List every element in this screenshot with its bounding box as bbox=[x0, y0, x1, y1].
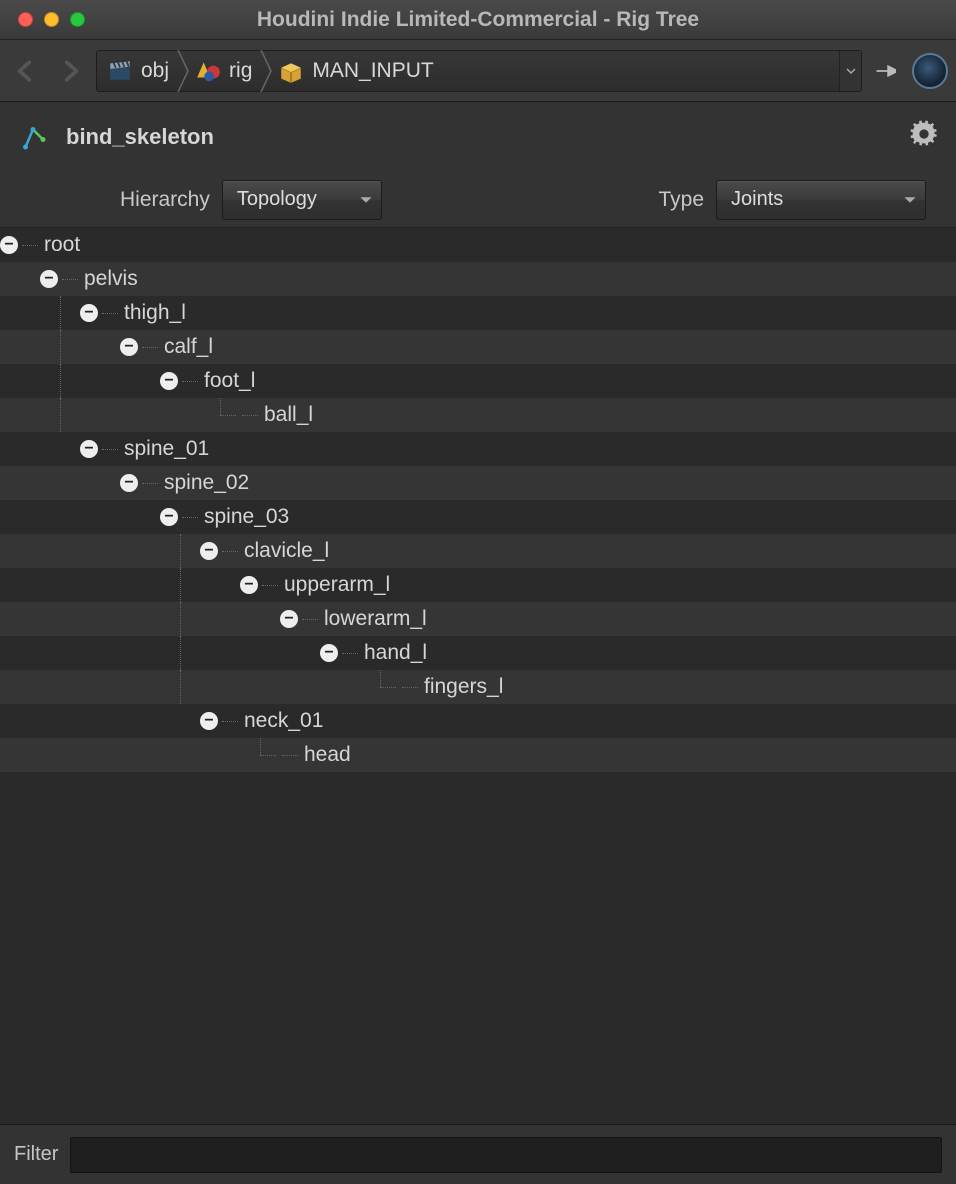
rig-node-icon bbox=[18, 122, 48, 152]
chevron-down-icon bbox=[903, 193, 917, 207]
tree-node-label: thigh_l bbox=[122, 301, 186, 325]
tree-node-label: calf_l bbox=[162, 335, 213, 359]
collapse-toggle[interactable]: − bbox=[80, 304, 98, 322]
tree-node-label: spine_01 bbox=[122, 437, 209, 461]
node-header: bind_skeleton bbox=[0, 102, 956, 172]
filter-label: Filter bbox=[14, 1143, 58, 1166]
collapse-toggle[interactable]: − bbox=[80, 440, 98, 458]
maximize-window-button[interactable] bbox=[70, 12, 85, 27]
collapse-toggle[interactable]: − bbox=[240, 576, 258, 594]
path-bar[interactable]: obj rig MAN_INPUT bbox=[96, 50, 862, 92]
tree-node-label: foot_l bbox=[202, 369, 255, 393]
view-toggle-icon[interactable] bbox=[912, 53, 948, 89]
node-name: bind_skeleton bbox=[66, 124, 214, 150]
tree-row[interactable]: − clavicle_l bbox=[0, 534, 956, 568]
tree-row[interactable]: − neck_01 bbox=[0, 704, 956, 738]
tree-node-label: spine_02 bbox=[162, 471, 249, 495]
minimize-window-button[interactable] bbox=[44, 12, 59, 27]
tree-node-label: pelvis bbox=[82, 267, 138, 291]
type-value: Joints bbox=[731, 188, 783, 211]
collapse-toggle[interactable]: − bbox=[280, 610, 298, 628]
hierarchy-dropdown[interactable]: Topology bbox=[222, 180, 382, 220]
collapse-toggle[interactable]: − bbox=[40, 270, 58, 288]
breadcrumb-MAN_INPUT[interactable]: MAN_INPUT bbox=[274, 51, 441, 91]
nav-forward-button[interactable] bbox=[52, 51, 88, 91]
breadcrumb-label: MAN_INPUT bbox=[312, 59, 433, 83]
breadcrumb-label: rig bbox=[229, 59, 252, 83]
tree-row[interactable]: − lowerarm_l bbox=[0, 602, 956, 636]
tree-row[interactable]: − thigh_l bbox=[0, 296, 956, 330]
collapse-toggle[interactable]: − bbox=[200, 712, 218, 730]
tree-node-label: lowerarm_l bbox=[322, 607, 427, 631]
rig-tree[interactable]: − root − pelvis − thigh_l − calf_l − foot_l ball_l… bbox=[0, 228, 956, 1124]
collapse-toggle[interactable]: − bbox=[320, 644, 338, 662]
hierarchy-value: Topology bbox=[237, 188, 317, 211]
tree-row[interactable]: − calf_l bbox=[0, 330, 956, 364]
collapse-toggle[interactable]: − bbox=[160, 372, 178, 390]
collapse-toggle[interactable]: − bbox=[160, 508, 178, 526]
tree-node-label: spine_03 bbox=[202, 505, 289, 529]
collapse-toggle[interactable]: − bbox=[0, 236, 18, 254]
gear-icon[interactable] bbox=[910, 120, 938, 154]
tree-node-label: upperarm_l bbox=[282, 573, 390, 597]
hierarchy-label: Hierarchy bbox=[120, 188, 210, 212]
toolbar: obj rig MAN_INPUT bbox=[0, 40, 956, 102]
type-dropdown[interactable]: Joints bbox=[716, 180, 926, 220]
window-controls bbox=[0, 12, 85, 27]
tree-node-label: neck_01 bbox=[242, 709, 323, 733]
pin-icon[interactable] bbox=[870, 54, 904, 88]
tree-row[interactable]: − spine_01 bbox=[0, 432, 956, 466]
tree-node-label: clavicle_l bbox=[242, 539, 329, 563]
options-row: Hierarchy Topology Type Joints bbox=[0, 172, 956, 228]
tree-row[interactable]: − root bbox=[0, 228, 956, 262]
tree-node-label: head bbox=[302, 743, 351, 767]
chevron-down-icon bbox=[359, 193, 373, 207]
tree-row[interactable]: head bbox=[0, 738, 956, 772]
clapper-icon bbox=[107, 58, 133, 84]
cone-ball-icon bbox=[195, 58, 221, 84]
breadcrumb-obj[interactable]: obj bbox=[103, 51, 177, 91]
tree-row[interactable]: − upperarm_l bbox=[0, 568, 956, 602]
window-title: Houdini Indie Limited-Commercial - Rig T… bbox=[0, 8, 956, 32]
collapse-toggle[interactable]: − bbox=[120, 338, 138, 356]
close-window-button[interactable] bbox=[18, 12, 33, 27]
tree-row[interactable]: − pelvis bbox=[0, 262, 956, 296]
tree-node-label: root bbox=[42, 233, 80, 257]
tree-row[interactable]: − foot_l bbox=[0, 364, 956, 398]
collapse-toggle[interactable]: − bbox=[120, 474, 138, 492]
type-label: Type bbox=[658, 188, 704, 212]
filter-bar: Filter bbox=[0, 1124, 956, 1184]
breadcrumb-separator bbox=[260, 50, 274, 92]
tree-row[interactable]: fingers_l bbox=[0, 670, 956, 704]
path-dropdown-button[interactable] bbox=[839, 51, 861, 91]
tree-row[interactable]: − spine_02 bbox=[0, 466, 956, 500]
box-icon bbox=[278, 58, 304, 84]
tree-row[interactable]: ball_l bbox=[0, 398, 956, 432]
tree-node-label: fingers_l bbox=[422, 675, 503, 699]
tree-row[interactable]: − spine_03 bbox=[0, 500, 956, 534]
breadcrumb-separator bbox=[177, 50, 191, 92]
nav-back-button[interactable] bbox=[8, 51, 44, 91]
tree-row[interactable]: − hand_l bbox=[0, 636, 956, 670]
title-bar: Houdini Indie Limited-Commercial - Rig T… bbox=[0, 0, 956, 40]
filter-input[interactable] bbox=[70, 1137, 942, 1173]
tree-node-label: hand_l bbox=[362, 641, 427, 665]
breadcrumb-label: obj bbox=[141, 59, 169, 83]
tree-node-label: ball_l bbox=[262, 403, 313, 427]
breadcrumb-rig[interactable]: rig bbox=[191, 51, 260, 91]
collapse-toggle[interactable]: − bbox=[200, 542, 218, 560]
